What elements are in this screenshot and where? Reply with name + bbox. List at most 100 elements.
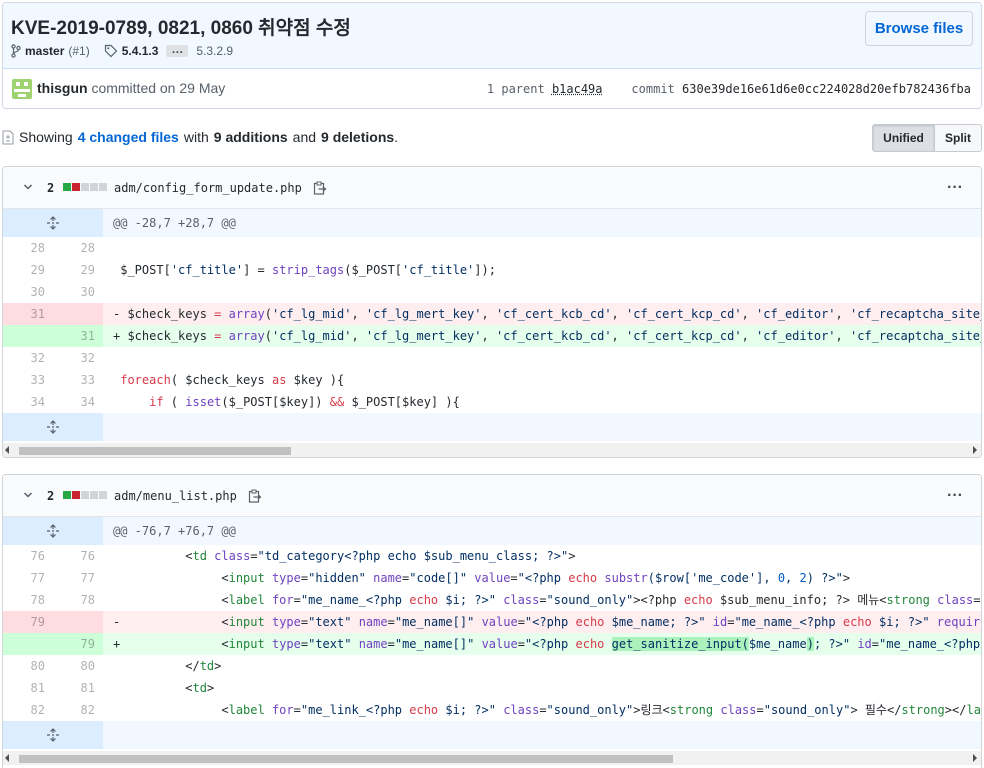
horizontal-scrollbar[interactable] bbox=[3, 751, 981, 765]
diff-line: 80 80 </td> bbox=[3, 655, 981, 677]
line-number-old[interactable]: 81 bbox=[3, 677, 53, 699]
scroll-right-arrow[interactable] bbox=[973, 754, 977, 762]
git-branch-icon bbox=[11, 44, 21, 58]
tag-last-link[interactable]: 5.3.2.9 bbox=[196, 44, 233, 58]
clipboard-copy-icon[interactable] bbox=[248, 489, 262, 503]
line-number-new[interactable] bbox=[53, 611, 103, 633]
line-number-old[interactable]: 78 bbox=[3, 589, 53, 611]
file-path-link[interactable]: adm/config_form_update.php bbox=[114, 181, 302, 195]
scroll-left-arrow[interactable] bbox=[5, 446, 9, 454]
commit-title-bar: KVE-2019-0789, 0821, 0860 취약점 수정 master … bbox=[3, 3, 981, 69]
line-number-new[interactable]: 31 bbox=[53, 325, 103, 347]
diff-line: 76 76 <td class="td_category<?php echo $s… bbox=[3, 545, 981, 567]
commit-sha: 630e39de16e61d6e0cc224028d20efb782436fba bbox=[682, 82, 971, 96]
line-number-new[interactable]: 30 bbox=[53, 281, 103, 303]
line-number-old[interactable]: 76 bbox=[3, 545, 53, 567]
clipboard-copy-icon[interactable] bbox=[313, 181, 327, 195]
pr-link[interactable]: (#1) bbox=[68, 44, 89, 58]
line-number-old[interactable]: 29 bbox=[3, 259, 53, 281]
line-number-old[interactable]: 82 bbox=[3, 699, 53, 721]
line-number-new[interactable]: 80 bbox=[53, 655, 103, 677]
changed-files-link[interactable]: 4 changed files bbox=[78, 129, 179, 145]
unfold-icon[interactable] bbox=[3, 413, 103, 441]
unfold-icon[interactable] bbox=[3, 721, 103, 749]
line-number-new[interactable]: 82 bbox=[53, 699, 103, 721]
file-diff-icon[interactable] bbox=[2, 130, 14, 145]
unfold-icon[interactable] bbox=[3, 209, 103, 237]
file-path-link[interactable]: adm/menu_list.php bbox=[114, 489, 237, 503]
line-number-old[interactable] bbox=[3, 325, 53, 347]
tag-link[interactable]: 5.4.1.3 bbox=[122, 44, 159, 58]
parent-sha-link[interactable]: b1ac49a bbox=[552, 82, 603, 96]
line-number-old[interactable]: 30 bbox=[3, 281, 53, 303]
chevron-down-icon[interactable] bbox=[23, 182, 33, 192]
line-number-old[interactable]: 33 bbox=[3, 369, 53, 391]
diff-table: @@ -28,7 +28,7 @@ 28 28 29 29 $_POST['cf_t… bbox=[3, 209, 981, 441]
line-number-new[interactable]: 33 bbox=[53, 369, 103, 391]
deletions-count: 9 deletions bbox=[321, 129, 395, 145]
line-number-old[interactable]: 28 bbox=[3, 237, 53, 259]
kebab-horizontal-icon[interactable]: ··· bbox=[947, 179, 963, 197]
line-number-new[interactable]: 77 bbox=[53, 567, 103, 589]
chevron-down-icon[interactable] bbox=[23, 490, 33, 500]
summary-showing: Showing bbox=[19, 129, 73, 145]
scrollbar-thumb[interactable] bbox=[19, 755, 673, 763]
line-number-old[interactable] bbox=[3, 633, 53, 655]
diff-line-deletion: 31 - $check_keys = array('cf_lg_mid', 'cf… bbox=[3, 303, 981, 325]
line-number-old[interactable]: 34 bbox=[3, 391, 53, 413]
more-tags-button[interactable]: … bbox=[166, 43, 189, 57]
diff-view-toggle: Unified Split bbox=[872, 124, 982, 152]
diff-summary: Showing 4 changed files with 9 additions… bbox=[2, 129, 398, 145]
scroll-right-arrow[interactable] bbox=[973, 446, 977, 454]
avatar[interactable] bbox=[12, 79, 32, 99]
diff-line: 32 32 bbox=[3, 347, 981, 369]
code-line: <td class="td_category<?php echo $sub_me… bbox=[113, 549, 576, 563]
diff-line: 81 81 <td> bbox=[3, 677, 981, 699]
diff-line: 78 78 <label for="me_name_<?php echo $i; … bbox=[3, 589, 981, 611]
line-number-old[interactable]: 79 bbox=[3, 611, 53, 633]
commit-header: KVE-2019-0789, 0821, 0860 취약점 수정 master … bbox=[2, 2, 982, 109]
file-header: 2 adm/config_form_update.php ··· bbox=[3, 167, 981, 209]
file-change-count: 2 bbox=[47, 489, 55, 503]
browse-files-button[interactable]: Browse files bbox=[865, 11, 973, 46]
hunk-header: @@ -28,7 +28,7 @@ bbox=[3, 209, 981, 237]
line-number-old[interactable]: 32 bbox=[3, 347, 53, 369]
line-number-new[interactable]: 78 bbox=[53, 589, 103, 611]
line-number-new[interactable]: 34 bbox=[53, 391, 103, 413]
unfold-icon[interactable] bbox=[3, 517, 103, 545]
diff-line-addition: 31 + $check_keys = array('cf_lg_mid', 'cf… bbox=[3, 325, 981, 347]
commit-author-bar: thisgun committed on 29 May 1 parent b1a… bbox=[3, 69, 981, 108]
file-change-count: 2 bbox=[47, 181, 55, 195]
code-line: - <input type="text" name="me_name[]" va… bbox=[113, 615, 981, 629]
author-link[interactable]: thisgun bbox=[37, 80, 88, 96]
line-number-new[interactable]: 32 bbox=[53, 347, 103, 369]
horizontal-scrollbar[interactable] bbox=[3, 443, 981, 457]
line-number-old[interactable]: 80 bbox=[3, 655, 53, 677]
branch-link[interactable]: master bbox=[25, 44, 64, 58]
parent-label: 1 parent bbox=[486, 82, 545, 96]
unified-button[interactable]: Unified bbox=[872, 124, 935, 152]
split-button[interactable]: Split bbox=[935, 124, 982, 152]
summary-and: and bbox=[292, 129, 317, 145]
diff-line: 34 34 if ( isset($_POST[$key]) && $_POST[… bbox=[3, 391, 981, 413]
scrollbar-thumb[interactable] bbox=[19, 447, 291, 455]
line-number-old[interactable]: 77 bbox=[3, 567, 53, 589]
scroll-left-arrow[interactable] bbox=[5, 754, 9, 762]
line-number-new[interactable]: 28 bbox=[53, 237, 103, 259]
diff-table: @@ -76,7 +76,7 @@ 76 76 <td class="td_cat… bbox=[3, 517, 981, 749]
file-diff: 2 adm/config_form_update.php ··· @@ -28,… bbox=[2, 166, 982, 458]
commit-refs: master (#1) 5.4.1.3 … 5.3.2.9 bbox=[11, 43, 233, 58]
code-line: - $check_keys = array('cf_lg_mid', 'cf_l… bbox=[113, 307, 981, 321]
line-number-new[interactable]: 79 bbox=[53, 633, 103, 655]
line-number-new[interactable]: 76 bbox=[53, 545, 103, 567]
committed-text: committed on 29 May bbox=[91, 80, 226, 96]
kebab-horizontal-icon[interactable]: ··· bbox=[947, 487, 963, 505]
line-number-new[interactable]: 81 bbox=[53, 677, 103, 699]
commit-label: commit bbox=[631, 82, 675, 96]
diff-line: 29 29 $_POST['cf_title'] = strip_tags($_P… bbox=[3, 259, 981, 281]
line-number-new[interactable]: 29 bbox=[53, 259, 103, 281]
summary-with: with bbox=[183, 129, 209, 145]
line-number-new[interactable] bbox=[53, 303, 103, 325]
line-number-old[interactable]: 31 bbox=[3, 303, 53, 325]
